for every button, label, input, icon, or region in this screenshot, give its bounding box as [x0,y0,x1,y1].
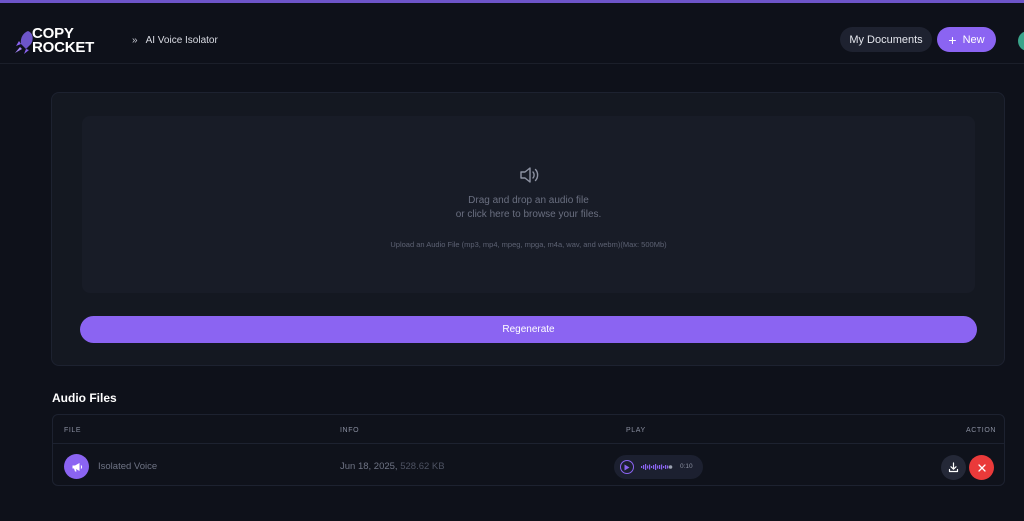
app-header: COPY ROCKET » AI Voice Isolator My Docum… [0,3,1024,64]
new-button-label: New [962,33,985,46]
audio-files-title: Audio Files [52,391,117,405]
column-header-file: FILE [64,427,82,434]
my-documents-button[interactable]: My Documents [840,27,932,52]
audio-player: 0:10 [614,455,703,479]
double-chevron-right-icon: » [132,35,138,46]
table-header: FILE INFO PLAY ACTION [53,415,1004,444]
column-header-action: ACTION [966,427,997,434]
breadcrumb-current: AI Voice Isolator [145,35,218,46]
speaker-icon [520,167,539,183]
download-button[interactable] [941,455,966,480]
new-button[interactable]: + New [937,27,996,52]
regenerate-button[interactable]: Regenerate [80,316,977,343]
table-row: Isolated Voice Jun 18, 2025, 528.62 KB 0… [53,444,1004,486]
avatar[interactable] [1018,31,1024,51]
brand-logo[interactable]: COPY ROCKET [14,26,104,57]
audio-files-table: FILE INFO PLAY ACTION Isolated Voice Jun… [52,414,1005,486]
column-header-play: PLAY [626,427,646,434]
megaphone-icon [64,454,89,479]
close-icon [977,463,986,472]
audio-dropzone[interactable]: Drag and drop an audio file or click her… [82,116,975,293]
play-icon[interactable] [620,460,634,474]
brand-line-2: ROCKET [32,39,95,56]
file-info: Jun 18, 2025, 528.62 KB [340,461,445,472]
upload-panel: Drag and drop an audio file or click her… [51,92,1005,366]
file-name: Isolated Voice [98,461,158,472]
dropzone-browse-text: or click here to browse your files. [455,209,602,220]
plus-icon: + [948,31,957,48]
breadcrumb: » AI Voice Isolator [132,35,218,46]
dropzone-format-hint: Upload an Audio File (mp3, mp4, mpeg, mp… [390,240,667,249]
delete-button[interactable] [969,455,994,480]
download-icon [948,462,959,473]
file-size: 528.62 KB [400,461,445,472]
waveform[interactable] [641,463,677,471]
file-date: Jun 18, 2025, [340,461,398,472]
audio-duration: 0:10 [680,463,693,470]
column-header-info: INFO [340,427,360,434]
dropzone-instruction: Drag and drop an audio file [468,195,589,206]
